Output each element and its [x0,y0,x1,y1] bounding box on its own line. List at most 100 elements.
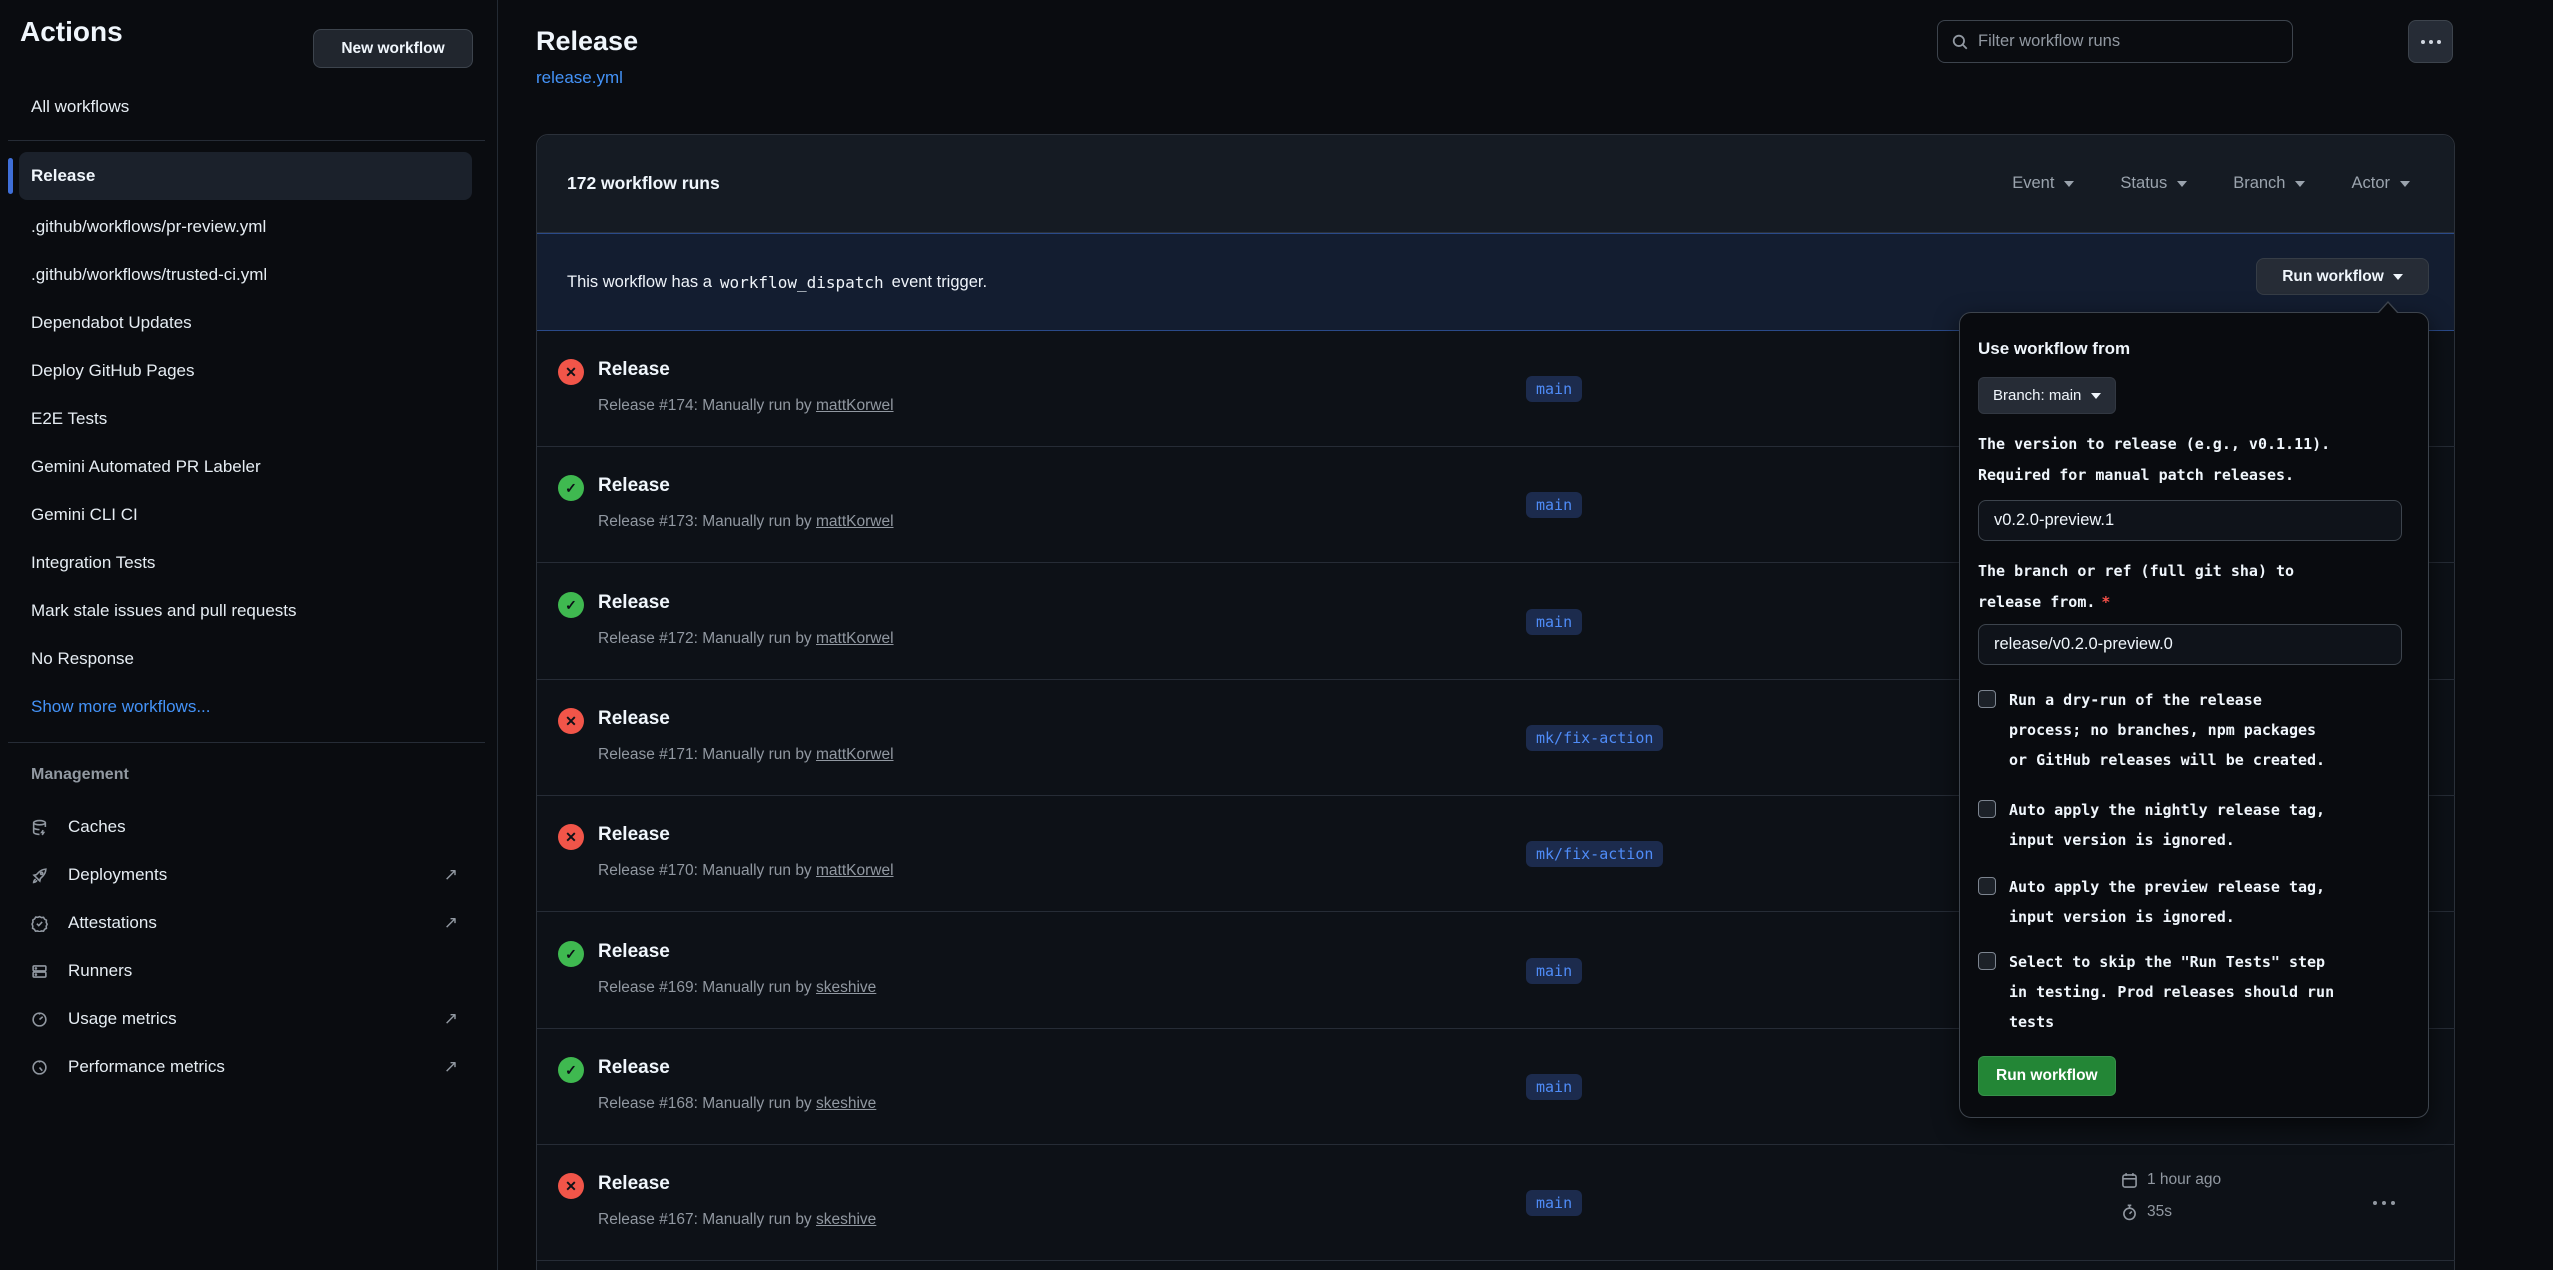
sidebar-item-workflow[interactable]: Integration Tests [0,539,498,587]
run-time: 1 hour ago [2147,1171,2221,1189]
run-title-link[interactable]: Release [598,824,670,846]
sidebar-item-workflow[interactable]: Gemini Automated PR Labeler [0,443,498,491]
workflow-options-kebab-button[interactable] [2408,20,2453,63]
version-input[interactable] [1978,500,2402,541]
branch-badge[interactable]: main [1526,1190,1582,1216]
dry-run-checkbox[interactable] [1978,690,1996,708]
run-actor-link[interactable]: mattKorwel [816,746,894,763]
run-description: Release #170: Manually run by mattKorwel [598,862,894,880]
run-workflow-popup: Use workflow from Branch: main The versi… [1959,312,2429,1118]
preview-tag-checkbox[interactable] [1978,877,1996,895]
run-actor-link[interactable]: mattKorwel [816,397,894,414]
external-link-icon: ↗ [444,1057,458,1077]
gauge-icon [31,1059,48,1076]
sidebar-item-workflow[interactable]: No Response [0,635,498,683]
run-title-link[interactable]: Release [598,941,670,963]
run-actor-link[interactable]: skeshive [816,979,876,996]
new-workflow-button[interactable]: New workflow [313,29,473,68]
run-title-link[interactable]: Release [598,1057,670,1079]
ref-input[interactable] [1978,624,2402,665]
dropdown-caret-icon [2177,181,2187,187]
run-actor-link[interactable]: mattKorwel [816,862,894,879]
run-description: Release #169: Manually run by skeshive [598,979,876,997]
checkbox-label: Auto apply the nightly release tag, inpu… [2009,795,2341,855]
sidebar-title: Actions [20,16,123,48]
verified-icon [31,915,48,932]
sidebar-item-workflow[interactable]: Mark stale issues and pull requests [0,587,498,635]
run-description: Release #172: Manually run by mattKorwel [598,630,894,648]
run-title-link[interactable]: Release [598,1173,670,1195]
sidebar-item-label: Attestations [68,913,157,933]
stopwatch-icon [2121,1204,2138,1221]
sidebar-item-deployments[interactable]: Deployments ↗ [0,851,498,899]
run-title-link[interactable]: Release [598,475,670,497]
sidebar-item-runners[interactable]: Runners [0,947,498,995]
run-actor-link[interactable]: skeshive [816,1211,876,1228]
branch-badge[interactable]: mk/fix-action [1526,725,1663,751]
branch-badge[interactable]: main [1526,1074,1582,1100]
run-actor-link[interactable]: mattKorwel [816,513,894,530]
sidebar-item-workflow[interactable]: Gemini CLI CI [0,491,498,539]
server-icon [31,963,48,980]
status-success-icon: ✓ [558,1057,584,1083]
run-workflow-dropdown-button[interactable]: Run workflow [2256,258,2429,295]
filter-dropdown-actor[interactable]: Actor [2351,174,2410,193]
branch-badge[interactable]: main [1526,958,1582,984]
sidebar-item-usage-metrics[interactable]: Usage metrics ↗ [0,995,498,1043]
filter-dropdown-event[interactable]: Event [2012,174,2074,193]
skip-tests-checkbox[interactable] [1978,952,1996,970]
filter-workflow-runs-box [1937,20,2293,63]
workflow-file-link[interactable]: release.yml [536,68,623,88]
run-workflow-submit-button[interactable]: Run workflow [1978,1056,2116,1096]
filter-workflow-runs-input[interactable] [1978,32,2292,51]
search-icon [1951,33,1969,51]
status-success-icon: ✓ [558,941,584,967]
sidebar-item-release-label[interactable]: Release [19,152,472,200]
external-link-icon: ↗ [444,1009,458,1029]
sidebar-item-attestations[interactable]: Attestations ↗ [0,899,498,947]
run-actor-link[interactable]: mattKorwel [816,630,894,647]
sidebar-item-caches[interactable]: Caches [0,803,498,851]
sidebar-item-workflow[interactable]: .github/workflows/pr-review.yml [0,203,498,251]
sidebar-divider [8,742,485,743]
sidebar-item-performance-metrics[interactable]: Performance metrics ↗ [0,1043,498,1091]
cache-icon [31,819,48,836]
run-title-link[interactable]: Release [598,592,670,614]
branch-badge[interactable]: main [1526,609,1582,635]
use-workflow-from-label: Use workflow from [1978,339,2130,359]
preview-tag-checkbox-group: Auto apply the preview release tag, inpu… [1978,872,2341,932]
meter-icon [31,1011,48,1028]
run-kebab-menu-button[interactable] [2373,1201,2395,1205]
sidebar-item-workflow[interactable]: Deploy GitHub Pages [0,347,498,395]
nightly-tag-checkbox[interactable] [1978,800,1996,818]
branch-badge[interactable]: mk/fix-action [1526,841,1663,867]
filter-dropdown-branch[interactable]: Branch [2233,174,2305,193]
sidebar-item-workflow[interactable]: E2E Tests [0,395,498,443]
branch-badge[interactable]: main [1526,492,1582,518]
branch-select-button[interactable]: Branch: main [1978,377,2116,414]
status-failure-icon: ✕ [558,708,584,734]
sidebar-item-label: Performance metrics [68,1057,225,1077]
banner-text: event trigger. [892,273,987,292]
branch-badge[interactable]: main [1526,376,1582,402]
kebab-icon [2421,40,2425,44]
status-failure-icon: ✕ [558,359,584,385]
run-title-link[interactable]: Release [598,708,670,730]
run-actor-link[interactable]: skeshive [816,1095,876,1112]
sidebar-item-workflow[interactable]: Dependabot Updates [0,299,498,347]
sidebar-item-all-workflows[interactable]: All workflows [0,83,498,131]
status-success-icon: ✓ [558,592,584,618]
dropdown-caret-icon [2091,393,2101,399]
sidebar-item-workflow[interactable]: .github/workflows/trusted-ci.yml [0,251,498,299]
rocket-icon [31,867,48,884]
runs-filters: Event Status Branch Actor [2012,174,2410,193]
run-title-link[interactable]: Release [598,359,670,381]
actions-sidebar: Actions New workflow All workflows Relea… [0,0,498,1270]
skip-tests-checkbox-group: Select to skip the "Run Tests" step in t… [1978,947,2341,1037]
show-more-workflows-link[interactable]: Show more workflows... [0,683,498,731]
sidebar-item-label: Runners [68,961,132,981]
sidebar-item-release-selected[interactable]: Release [0,152,498,200]
run-description: Release #167: Manually run by skeshive [598,1211,876,1229]
filter-dropdown-status[interactable]: Status [2120,174,2187,193]
selected-indicator-bar [8,158,13,194]
